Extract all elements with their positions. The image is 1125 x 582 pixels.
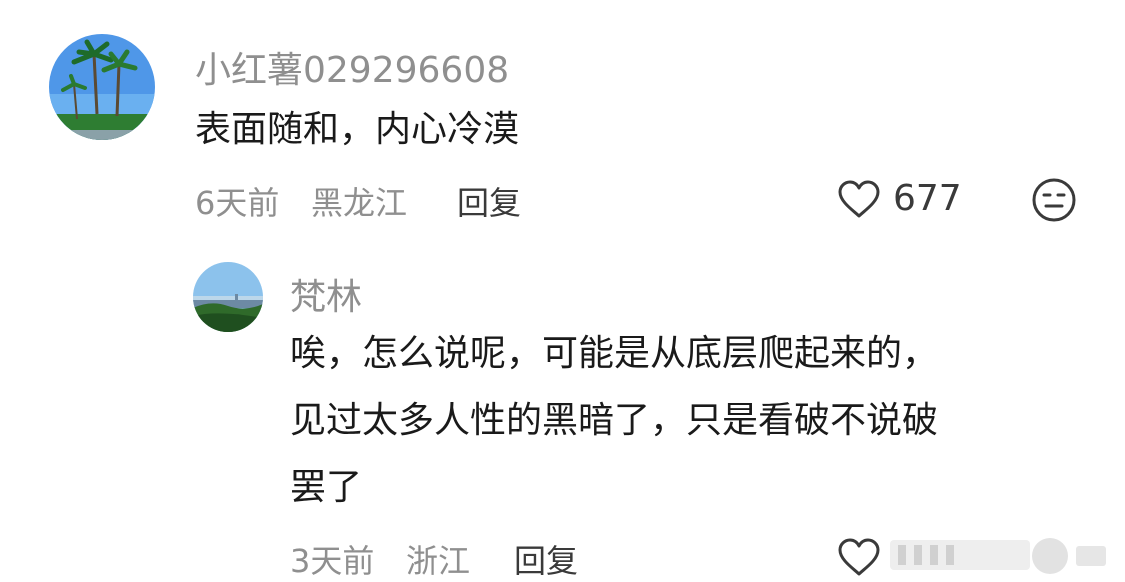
heart-outline-icon[interactable] <box>836 178 882 220</box>
avatar[interactable] <box>49 34 155 140</box>
reply-time: 3天前 <box>290 542 375 580</box>
reply-button[interactable]: 回复 <box>514 536 578 582</box>
lake-landscape-avatar-image <box>193 262 263 332</box>
palm-tree-avatar-image <box>49 34 155 140</box>
reply-button[interactable]: 回复 <box>457 178 521 224</box>
neutral-face-icon[interactable] <box>1031 177 1077 223</box>
reply-text-line-1: 唉，怎么说呢，可能是从底层爬起来的， <box>290 333 939 374</box>
avatar[interactable] <box>193 262 263 332</box>
comment-username[interactable]: 小红薯029296608 <box>195 41 509 93</box>
like-count: 677 <box>893 178 962 219</box>
heart-outline-icon[interactable] <box>836 536 882 578</box>
reply-text-line-2: 见过太多人性的黑暗了，只是看破不说破 <box>290 400 939 441</box>
reply-username[interactable]: 梵林 <box>290 268 362 320</box>
comment-location: 黑龙江 <box>311 184 408 222</box>
reply-location: 浙江 <box>406 542 471 580</box>
watermark <box>890 534 1120 578</box>
comment-text: 表面随和，内心冷漠 <box>195 109 520 150</box>
comment-time: 6天前 <box>195 184 280 222</box>
reply-text-line-3: 罢了 <box>290 467 363 508</box>
